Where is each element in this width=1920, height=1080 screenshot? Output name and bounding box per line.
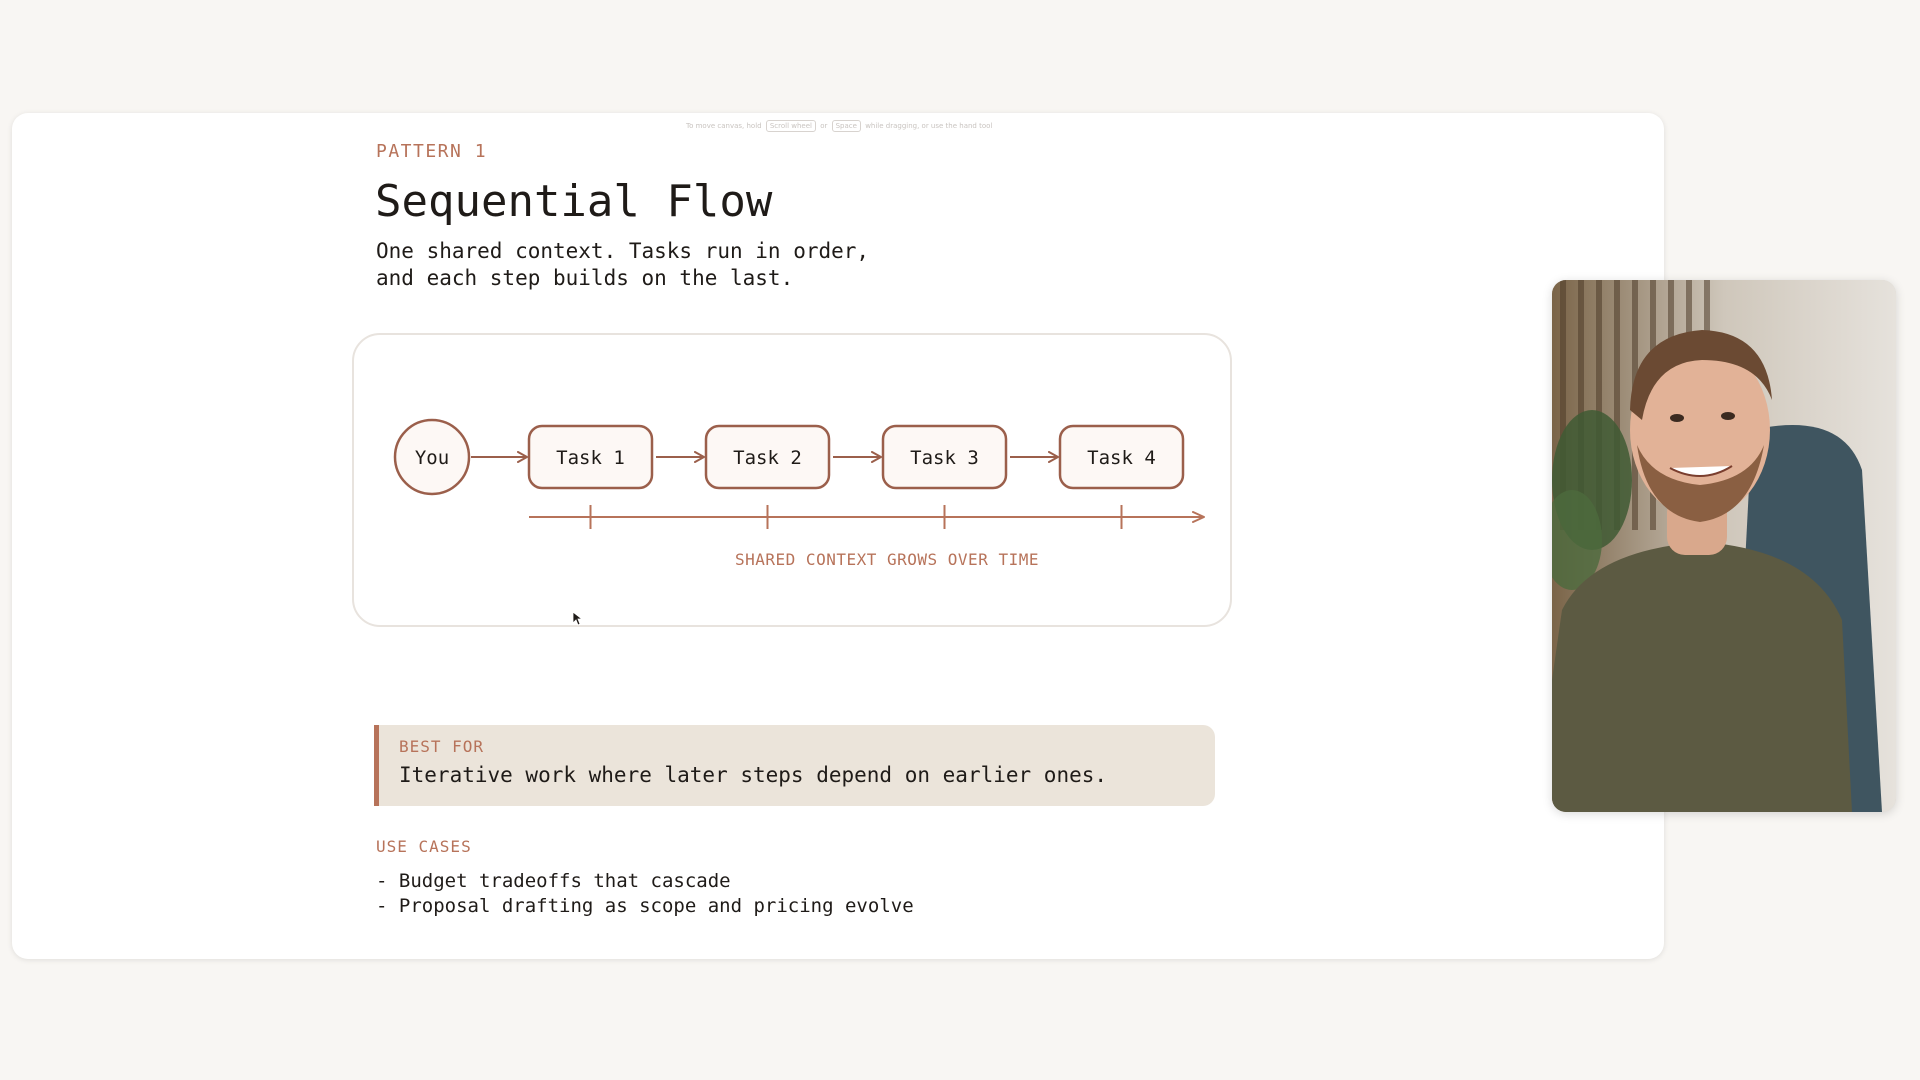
hint-prefix: To move canvas, hold [686,122,762,130]
node-you-label: You [415,447,449,469]
mouse-cursor-icon [572,611,584,626]
hint-key-scroll: Scroll wheel [765,120,816,132]
canvas-navigation-hint: To move canvas, hold Scroll wheel or Spa… [686,119,992,133]
use-case-item: - Proposal drafting as scope and pricing… [376,895,914,917]
subtitle-line-2: and each step builds on the last. [376,266,794,290]
best-for-callout: BEST FOR Iterative work where later step… [374,725,1215,806]
pattern-label: PATTERN 1 [376,141,488,162]
best-for-text: Iterative work where later steps depend … [399,763,1108,787]
hint-key-space: Space [831,120,861,132]
hint-suffix: while dragging, or use the hand tool [865,122,993,130]
node-task-4-label: Task 4 [1087,447,1156,469]
subtitle-line-1: One shared context. Tasks run in order, [376,239,870,263]
slide-canvas[interactable]: To move canvas, hold Scroll wheel or Spa… [12,113,1664,959]
use-cases-label: USE CASES [376,837,472,856]
node-task-4: Task 4 [1058,424,1185,490]
slide-subtitle: One shared context. Tasks run in order, … [376,238,869,292]
slide-title: Sequential Flow [375,176,773,227]
use-cases-list: - Budget tradeoffs that cascade - Propos… [376,869,914,919]
screen: To move canvas, hold Scroll wheel or Spa… [0,0,1920,1080]
node-task-2-label: Task 2 [733,447,802,469]
presenter-video-icon [1552,280,1896,812]
node-task-1-label: Task 1 [556,447,625,469]
node-task-1: Task 1 [527,424,654,490]
node-task-2: Task 2 [704,424,831,490]
best-for-label: BEST FOR [399,737,485,756]
node-you: You [393,418,471,496]
node-task-3: Task 3 [881,424,1008,490]
use-case-item: - Budget tradeoffs that cascade [376,870,731,892]
hint-or: or [820,122,828,130]
timeline-label: SHARED CONTEXT GROWS OVER TIME [735,550,1039,569]
flow-diagram: You Task 1 Task 2 Task 3 Task 4 SHARED C… [352,333,1232,627]
webcam-overlay [1552,280,1896,812]
node-task-3-label: Task 3 [910,447,979,469]
flow-diagram-svg: You Task 1 Task 2 Task 3 Task 4 SHARED C… [393,418,1205,569]
